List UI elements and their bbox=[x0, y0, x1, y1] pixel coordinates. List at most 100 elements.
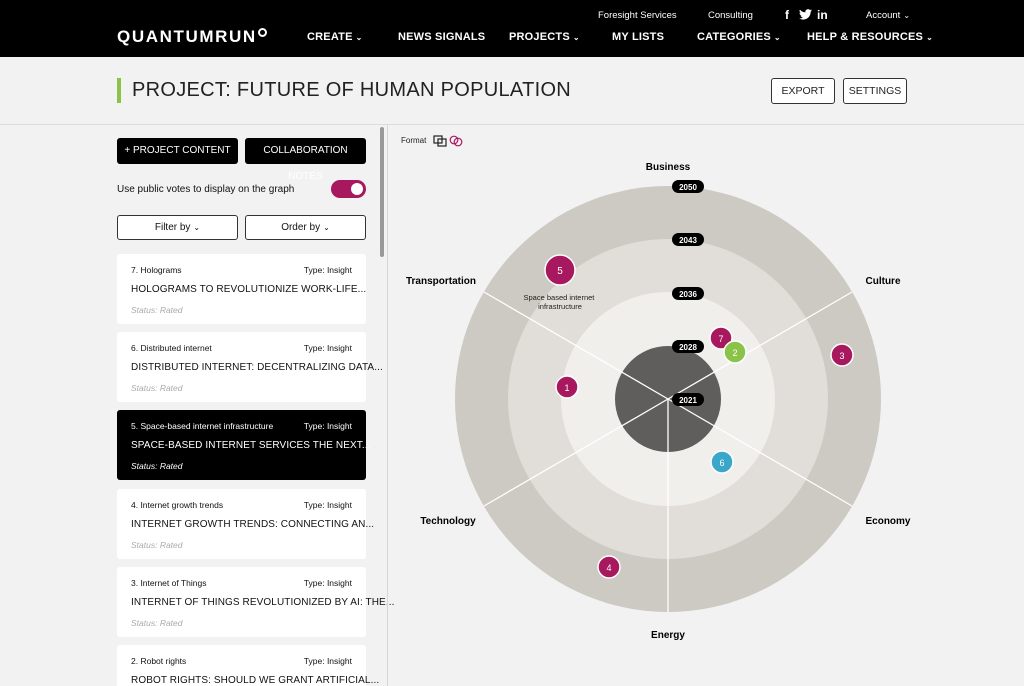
nav-projects[interactable]: PROJECTS ⌄ bbox=[509, 31, 580, 43]
radar-point-3[interactable]: 3 bbox=[830, 343, 854, 367]
linkedin-icon[interactable]: in bbox=[817, 8, 828, 22]
svg-text:2050: 2050 bbox=[679, 183, 697, 192]
list-item[interactable]: 3. Internet of Things Type: Insight INTE… bbox=[117, 567, 394, 637]
card-status: Status: Rated bbox=[131, 461, 183, 471]
card-status: Status: Rated bbox=[131, 305, 183, 315]
format-square-icon[interactable] bbox=[433, 135, 447, 147]
toggle-knob bbox=[351, 183, 363, 195]
export-button[interactable]: EXPORT bbox=[771, 78, 835, 104]
sector-label-technology: Technology bbox=[420, 516, 476, 527]
radar-point-5[interactable]: 5 bbox=[544, 254, 576, 286]
card-category: 6. Distributed internet bbox=[131, 343, 212, 353]
list-item[interactable]: 7. Holograms Type: Insight HOLOGRAMS TO … bbox=[117, 254, 366, 324]
card-type: Type: Insight bbox=[303, 265, 352, 275]
year-label: 2021 bbox=[672, 393, 704, 406]
card-type: Type: Insight bbox=[303, 656, 352, 666]
nav-news-signals[interactable]: NEWS SIGNALS bbox=[398, 31, 485, 43]
svg-text:7: 7 bbox=[718, 334, 723, 344]
sector-label-culture: Culture bbox=[866, 276, 901, 287]
nav-my-lists[interactable]: MY LISTS bbox=[612, 31, 664, 43]
format-label: Format bbox=[401, 136, 427, 145]
card-title: ROBOT RIGHTS: SHOULD WE GRANT ARTIFICIAL… bbox=[131, 675, 380, 686]
card-type: Type: Insight bbox=[303, 578, 352, 588]
list-item[interactable]: 4. Internet growth trends Type: Insight … bbox=[117, 489, 374, 559]
svg-text:2043: 2043 bbox=[679, 236, 697, 245]
radar-point-4[interactable]: 4 bbox=[597, 555, 621, 579]
foresight-services-link[interactable]: Foresight Services bbox=[598, 10, 677, 21]
nav-create[interactable]: CREATE ⌄ bbox=[307, 31, 363, 43]
consulting-link[interactable]: Consulting bbox=[708, 10, 753, 21]
logo[interactable]: QUANTUMRUN bbox=[117, 27, 267, 47]
format-circle-icon[interactable] bbox=[449, 135, 463, 147]
radar-point-6[interactable]: 6 bbox=[710, 450, 734, 474]
nav-categories[interactable]: CATEGORIES ⌄ bbox=[697, 31, 781, 43]
card-type: Type: Insight bbox=[303, 500, 352, 510]
year-label: 2043 bbox=[672, 233, 704, 246]
card-title: INTERNET OF THINGS REVOLUTIONIZED BY AI:… bbox=[131, 597, 395, 608]
card-category: 3. Internet of Things bbox=[131, 578, 207, 588]
svg-text:2: 2 bbox=[732, 348, 737, 358]
year-label: 2050 bbox=[672, 180, 704, 193]
radar-point-1[interactable]: 1 bbox=[555, 375, 579, 399]
chevron-down-icon: ⌄ bbox=[323, 223, 330, 232]
list-item[interactable]: 6. Distributed internet Type: Insight DI… bbox=[117, 332, 383, 402]
chevron-down-icon: ⌄ bbox=[773, 33, 781, 42]
card-title: SPACE-BASED INTERNET SERVICES THE NEXT..… bbox=[131, 440, 371, 451]
panel-scrollbar[interactable] bbox=[380, 127, 384, 257]
svg-text:1: 1 bbox=[564, 383, 569, 393]
point-hover-label-line2: infrastructure bbox=[538, 302, 582, 311]
chevron-down-icon: ⌄ bbox=[193, 223, 201, 232]
list-item-selected[interactable]: 5. Space-based internet infrastructure T… bbox=[117, 410, 370, 480]
nav-help-resources[interactable]: HELP & RESOURCES ⌄ bbox=[807, 31, 933, 43]
card-type: Type: Insight bbox=[303, 343, 352, 353]
card-type: Type: Insight bbox=[303, 421, 352, 431]
card-status: Status: Rated bbox=[131, 540, 183, 550]
svg-text:5: 5 bbox=[557, 266, 563, 277]
radar-point-2[interactable]: 2 bbox=[723, 340, 747, 364]
card-category: 7. Holograms bbox=[131, 265, 182, 275]
svg-text:2036: 2036 bbox=[679, 290, 697, 299]
svg-text:2028: 2028 bbox=[679, 343, 697, 352]
add-project-content-button[interactable]: + PROJECT CONTENT bbox=[117, 138, 238, 164]
card-title: DISTRIBUTED INTERNET: DECENTRALIZING DAT… bbox=[131, 362, 383, 373]
card-category: 2. Robot rights bbox=[131, 656, 187, 666]
svg-text:2021: 2021 bbox=[679, 396, 697, 405]
sector-label-transportation: Transportation bbox=[406, 276, 476, 287]
card-status: Status: Rated bbox=[131, 383, 183, 393]
page-title: PROJECT: FUTURE OF HUMAN POPULATION bbox=[132, 79, 572, 101]
logo-mark-icon bbox=[257, 28, 267, 37]
twitter-icon[interactable] bbox=[799, 9, 812, 20]
public-votes-label: Use public votes to display on the graph bbox=[117, 184, 295, 195]
foresight-radar-chart: Business Culture Economy Energy Technolo… bbox=[406, 162, 911, 641]
facebook-icon[interactable]: f bbox=[785, 8, 789, 22]
settings-button[interactable]: SETTINGS bbox=[843, 78, 907, 104]
svg-text:6: 6 bbox=[719, 458, 724, 468]
filter-by-dropdown[interactable]: Filter by ⌄ bbox=[117, 215, 238, 240]
title-accent-bar bbox=[117, 78, 121, 103]
project-header: PROJECT: FUTURE OF HUMAN POPULATION EXPO… bbox=[0, 57, 1024, 125]
chevron-down-icon: ⌄ bbox=[903, 11, 911, 20]
top-navigation: QUANTUMRUN Foresight Services Consulting… bbox=[0, 0, 1024, 57]
sector-label-energy: Energy bbox=[651, 630, 685, 641]
card-status: Status: Rated bbox=[131, 618, 183, 628]
chevron-down-icon: ⌄ bbox=[926, 33, 933, 42]
public-votes-toggle[interactable] bbox=[331, 180, 366, 198]
order-by-dropdown[interactable]: Order by ⌄ bbox=[245, 215, 366, 240]
sector-label-business: Business bbox=[646, 162, 691, 173]
svg-text:3: 3 bbox=[839, 351, 844, 361]
card-category: 5. Space-based internet infrastructure bbox=[131, 421, 274, 431]
point-hover-label-line1: Space based internet bbox=[524, 293, 596, 302]
collaboration-notes-button[interactable]: COLLABORATION NOTES bbox=[245, 138, 366, 182]
chevron-down-icon: ⌄ bbox=[355, 33, 363, 42]
list-item[interactable]: 2. Robot rights Type: Insight ROBOT RIGH… bbox=[117, 645, 379, 686]
panel-divider bbox=[387, 125, 388, 686]
year-label: 2028 bbox=[672, 340, 704, 353]
card-category: 4. Internet growth trends bbox=[131, 500, 224, 510]
card-title: HOLOGRAMS TO REVOLUTIONIZE WORK-LIFE... bbox=[131, 284, 367, 295]
account-menu[interactable]: Account ⌄ bbox=[866, 10, 910, 21]
sector-label-economy: Economy bbox=[865, 516, 910, 527]
chevron-down-icon: ⌄ bbox=[572, 33, 580, 42]
card-title: INTERNET GROWTH TRENDS: CONNECTING AN... bbox=[131, 519, 375, 530]
svg-text:4: 4 bbox=[606, 563, 611, 573]
year-label: 2036 bbox=[672, 287, 704, 300]
